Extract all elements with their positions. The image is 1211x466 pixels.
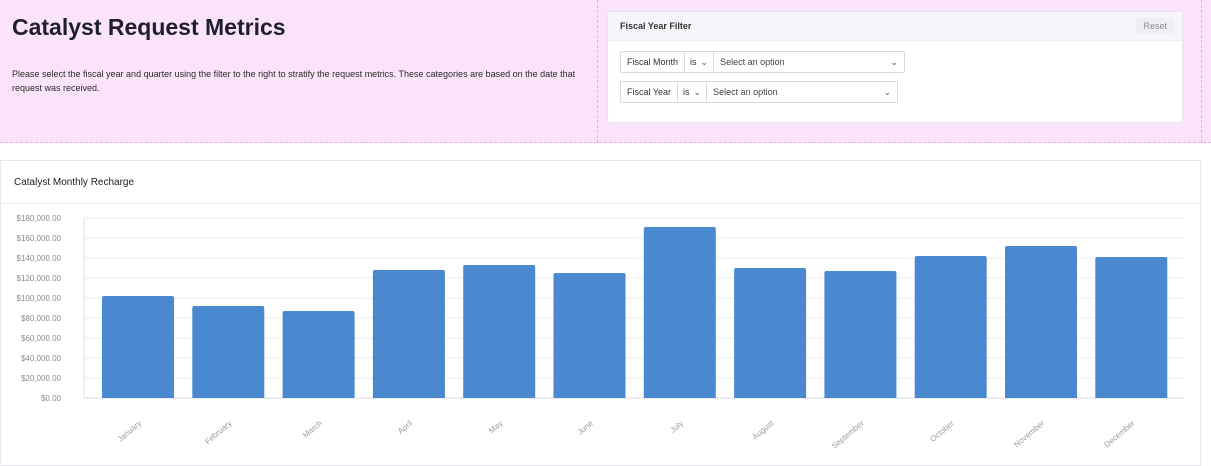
x-tick-label: September [830, 418, 866, 450]
filter-row-fiscal-month: Fiscal Month is ⌄ Select an option ⌄ [620, 51, 906, 73]
bar-november[interactable] [1005, 246, 1077, 398]
y-tick-label: $120,000.00 [17, 274, 62, 283]
page-title: Catalyst Request Metrics [12, 14, 286, 40]
header-divider-right [1201, 0, 1202, 143]
y-tick-label: $180,000.00 [17, 214, 62, 223]
y-tick-label: $140,000.00 [17, 254, 62, 263]
bar-may[interactable] [463, 265, 536, 398]
chevron-down-icon: ⌄ [693, 87, 702, 97]
operator-select-fiscal-year[interactable]: is ⌄ [678, 82, 708, 102]
bar-july[interactable] [643, 227, 716, 398]
monthly-recharge-chart: $0.00 $20,000.00 $40,000.00 $60,000.00 $80,0… [17, 214, 1184, 451]
page-description: Please select the fiscal year and quarte… [12, 69, 576, 93]
x-tick-label: April [396, 419, 414, 436]
bar-october[interactable] [914, 256, 987, 398]
bar-january[interactable] [102, 296, 174, 398]
chevron-down-icon: ⌄ [700, 57, 709, 67]
bar-december[interactable] [1095, 257, 1168, 398]
x-tick-label: July [668, 419, 685, 435]
x-tick-label: December [1103, 418, 1137, 449]
value-select-fiscal-year[interactable]: Select an option ⌄ [707, 82, 897, 102]
bar-june[interactable] [553, 273, 626, 398]
y-tick-label: $160,000.00 [17, 234, 62, 243]
y-tick-label: $100,000.00 [17, 294, 62, 303]
x-tick-label: October [928, 418, 956, 443]
chart-title: Catalyst Monthly Recharge [14, 177, 135, 188]
select-placeholder: Select an option [713, 87, 778, 97]
x-tick-label: November [1012, 418, 1046, 449]
bar-march[interactable] [282, 311, 355, 398]
x-tick-label: May [487, 419, 504, 436]
x-tick-label: January [116, 419, 144, 444]
operator-select-fiscal-month[interactable]: is ⌄ [685, 52, 715, 72]
filter-card-header: Fiscal Year Filter Reset [608, 12, 1182, 41]
chevron-down-icon: ⌄ [883, 87, 892, 97]
x-tick-label: August [751, 418, 776, 441]
chart-card-header: Catalyst Monthly Recharge [1, 161, 1200, 204]
bar-february[interactable] [192, 306, 265, 398]
monthly-recharge-card: Catalyst Monthly Recharge $0.00 $20,000.0… [0, 160, 1201, 466]
y-tick-label: $0.00 [41, 394, 62, 403]
filter-card-title: Fiscal Year Filter [620, 21, 692, 31]
select-placeholder: Select an option [720, 57, 785, 67]
bar-august[interactable] [734, 268, 807, 398]
x-tick-label: February [203, 419, 233, 446]
header-divider [597, 0, 598, 143]
bar-april[interactable] [372, 270, 445, 398]
fiscal-year-filter-card: Fiscal Year Filter Reset Fiscal Month is… [607, 11, 1183, 123]
y-tick-label: $80,000.00 [21, 314, 62, 323]
reset-button[interactable]: Reset [1136, 18, 1174, 34]
y-tick-label: $20,000.00 [21, 374, 62, 383]
chevron-down-icon: ⌄ [890, 57, 899, 67]
y-tick-label: $40,000.00 [21, 354, 62, 363]
filter-field-fiscal-year: Fiscal Year [621, 82, 679, 102]
filter-field-fiscal-month: Fiscal Month [621, 52, 686, 72]
filter-row-fiscal-year: Fiscal Year is ⌄ Select an option ⌄ [620, 81, 899, 103]
value-select-fiscal-month[interactable]: Select an option ⌄ [714, 52, 904, 72]
x-tick-label: June [576, 418, 595, 436]
bar-september[interactable] [824, 271, 897, 398]
x-tick-label: March [301, 419, 324, 440]
y-tick-label: $60,000.00 [21, 334, 62, 343]
